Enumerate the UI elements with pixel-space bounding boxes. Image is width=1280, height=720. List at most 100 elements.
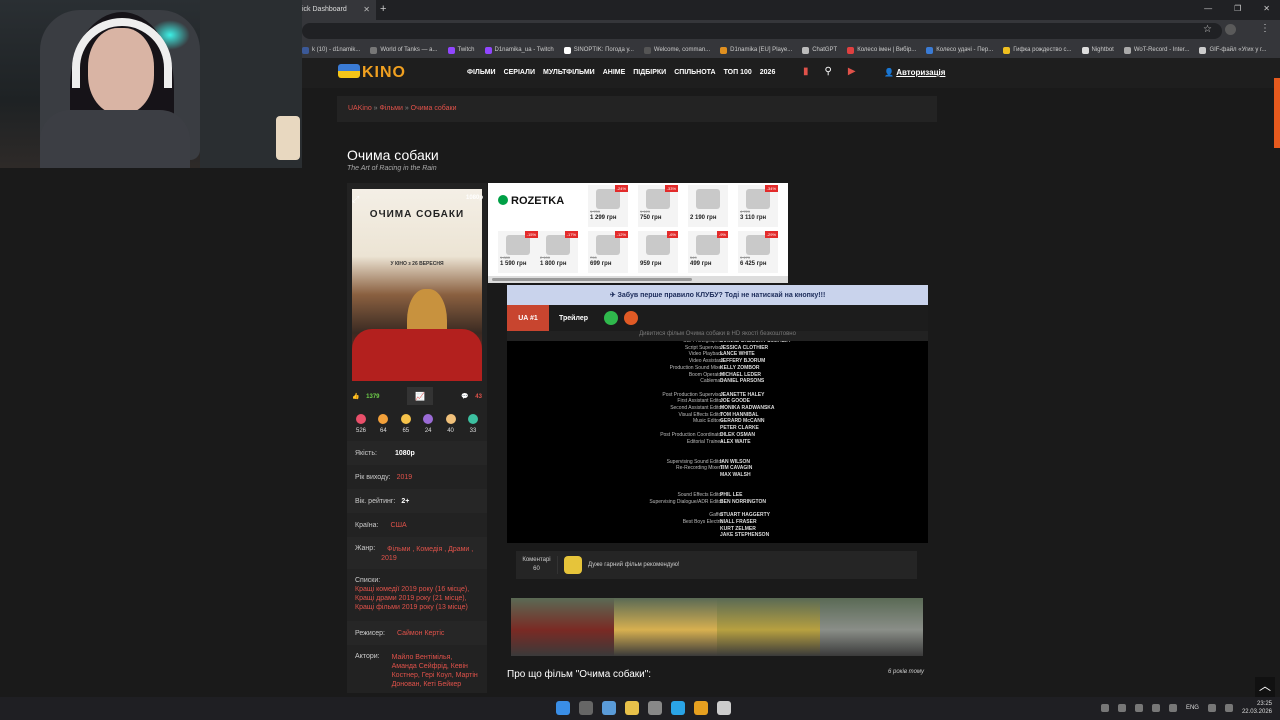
bookmark-item[interactable]: D1namika_ua - Twitch <box>484 46 554 54</box>
ad-product[interactable]: -33% 1 129 750 грн <box>638 185 678 227</box>
gallery-thumbnail[interactable] <box>511 598 614 656</box>
info-value[interactable]: США <box>391 522 407 529</box>
tray-icon[interactable] <box>1100 704 1109 712</box>
green-player-icon[interactable] <box>604 311 619 325</box>
bookmark-item[interactable]: Welcome, comman... <box>643 46 710 54</box>
bookmark-item[interactable]: Nightbot <box>1081 46 1114 54</box>
orange-player-icon[interactable] <box>624 311 639 325</box>
tab-trailer[interactable]: Трейлер <box>559 315 588 322</box>
nav-item[interactable]: ТОП 100 <box>724 69 752 76</box>
maximize-icon[interactable]: ❐ <box>1234 4 1241 13</box>
ad-product[interactable]: -24% 1 709 1 299 грн <box>588 185 628 227</box>
chart-icon[interactable]: 📈 <box>407 387 434 405</box>
dislike-button[interactable]: 💬 43 <box>461 393 482 400</box>
taskbar-app-icon[interactable] <box>648 701 662 715</box>
url-field[interactable] <box>302 23 1222 39</box>
bookmark-item[interactable]: k (10) - d1namik... <box>302 46 360 54</box>
browser-menu-icon[interactable]: ⋮ <box>1260 23 1270 34</box>
bookmark-item[interactable]: World of Tanks — a... <box>370 46 438 54</box>
rozetka-ad[interactable]: ROZETKA -24% 1 709 1 299 грн -33% 1 129 750 г… <box>488 183 788 283</box>
bookmark-item[interactable]: GIF-файл «Угих у г... <box>1199 46 1266 54</box>
taskbar-app-icon[interactable] <box>694 701 708 715</box>
reaction-button[interactable]: 33 <box>464 414 482 434</box>
nav-item[interactable]: 2026 <box>760 69 776 76</box>
gift-icon[interactable]: ▮ <box>803 66 809 77</box>
list-link[interactable]: Кращі комедії 2019 року (16 місце), <box>355 586 469 593</box>
gallery-thumbnail[interactable] <box>717 598 820 656</box>
breadcrumb-category[interactable]: Фільми <box>380 105 403 112</box>
ad-product[interactable]: -29% 9 179 6 425 грн <box>738 231 778 273</box>
clock[interactable]: 23:25 22.03.2026 <box>1242 700 1272 716</box>
scroll-top-button[interactable]: ︿ <box>1255 677 1275 697</box>
bookmark-item[interactable]: ChatGPT <box>802 46 837 54</box>
breadcrumb-home[interactable]: UAKino <box>348 105 372 112</box>
like-button[interactable]: 👍 1379 <box>352 393 380 400</box>
genre-year[interactable]: 2019 <box>381 555 397 562</box>
taskbar-app-icon[interactable] <box>579 701 593 715</box>
auth-link[interactable]: 👤 Авторизація <box>884 68 945 77</box>
play-icon[interactable]: ▶ <box>848 66 856 77</box>
nav-item[interactable]: ПІДБІРКИ <box>633 69 666 76</box>
taskbar-app-icon[interactable] <box>671 701 685 715</box>
nav-item[interactable]: ФІЛЬМИ <box>467 69 496 76</box>
list-link[interactable]: Кращі фільми 2019 року (13 місце) <box>355 604 468 611</box>
ad-product[interactable]: -15% 1 880 1 590 грн <box>498 231 538 273</box>
close-tab-icon[interactable]: ✕ <box>363 5 370 14</box>
nav-item[interactable]: АНІМЕ <box>603 69 626 76</box>
notice-banner[interactable]: ✈ Забув перше правило КЛУБУ? Тоді не нат… <box>507 285 928 305</box>
comments-strip[interactable]: Коментарі 60 Дуже гарний фільм рекомендую… <box>516 551 917 579</box>
new-tab-icon[interactable]: + <box>380 3 386 15</box>
ad-product[interactable]: -12% 790 699 грн <box>588 231 628 273</box>
genre-links[interactable]: Фільми , Комедія , Драми , <box>387 546 473 553</box>
volume-icon[interactable] <box>1224 704 1233 712</box>
ad-product[interactable]: -34% 4 729 3 110 грн <box>738 185 778 227</box>
tray-icon[interactable] <box>1117 704 1126 712</box>
nav-item[interactable]: СПІЛЬНОТА <box>674 69 715 76</box>
reaction-button[interactable]: 65 <box>397 414 415 434</box>
nav-item[interactable]: МУЛЬТФІЛЬМИ <box>543 69 595 76</box>
language-indicator[interactable]: ENG <box>1186 705 1199 711</box>
reaction-button[interactable]: 526 <box>352 414 370 434</box>
taskbar-app-icon[interactable] <box>602 701 616 715</box>
tray-icon[interactable] <box>1134 704 1143 712</box>
ad-product[interactable]: -9% 549 499 грн <box>688 231 728 273</box>
reaction-button[interactable]: 24 <box>419 414 437 434</box>
nav-item[interactable]: СЕРІАЛИ <box>504 69 535 76</box>
wifi-icon[interactable] <box>1168 704 1177 712</box>
info-value[interactable]: Саймон Кертіс <box>397 630 444 637</box>
expand-icon[interactable]: ⤢ <box>352 194 359 205</box>
movie-poster[interactable]: ОЧИМА СОБАКИ У КІНО з 26 ВЕРЕСНЯ <box>352 189 482 381</box>
minimize-icon[interactable]: — <box>1204 4 1212 13</box>
tray-icon[interactable] <box>1151 704 1160 712</box>
ad-scrollbar[interactable] <box>488 276 788 283</box>
bookmark-item[interactable]: Колесо удачі - Пер... <box>926 46 993 54</box>
bookmark-item[interactable]: Twitch <box>447 46 475 54</box>
reaction-button[interactable]: 40 <box>442 414 460 434</box>
bookmark-item[interactable]: D1namika [EU] Playe... <box>720 46 792 54</box>
reaction-button[interactable]: 64 <box>374 414 392 434</box>
bookmark-item[interactable]: Колесо імен | Вибір... <box>847 46 916 54</box>
taskbar-app-icon[interactable] <box>717 701 731 715</box>
profile-avatar[interactable] <box>1225 24 1236 35</box>
bookmark-item[interactable]: WoT-Record - Inter... <box>1123 46 1189 54</box>
tab-ua1[interactable]: UA #1 <box>507 305 549 331</box>
video-player[interactable]: Still Photographer DIANNE GREGORY S.M.P.S… <box>507 341 928 543</box>
search-icon[interactable]: ⚲ <box>825 66 832 77</box>
bookmark-star-icon[interactable]: ☆ <box>1203 24 1212 35</box>
page-scrollbar[interactable] <box>1274 78 1280 148</box>
network-icon[interactable] <box>1207 704 1216 712</box>
site-logo[interactable]: KINO <box>338 64 406 82</box>
gallery-thumbnail[interactable] <box>614 598 717 656</box>
ad-product[interactable]: -6% 959 грн <box>638 231 678 273</box>
comments-count-box[interactable]: Коментарі 60 <box>516 556 558 574</box>
taskbar-app-icon[interactable] <box>556 701 570 715</box>
browser-tab[interactable]: ick Dashboard ✕ <box>302 0 376 20</box>
ad-product[interactable]: 2 190 грн <box>688 185 728 227</box>
info-value[interactable]: 2019 <box>397 474 413 481</box>
list-link[interactable]: Кращі драми 2019 року (21 місце), <box>355 595 467 602</box>
ad-product[interactable]: -17% 2 100 1 800 грн <box>538 231 578 273</box>
bookmark-item[interactable]: SINOPTIK: Погода у... <box>563 46 634 54</box>
bookmark-item[interactable]: Гифка рождество с... <box>1003 46 1072 54</box>
taskbar-app-icon[interactable] <box>625 701 639 715</box>
info-value[interactable]: Майло Вентімілья, Аманда Сейфрід, Кевін … <box>392 653 479 689</box>
